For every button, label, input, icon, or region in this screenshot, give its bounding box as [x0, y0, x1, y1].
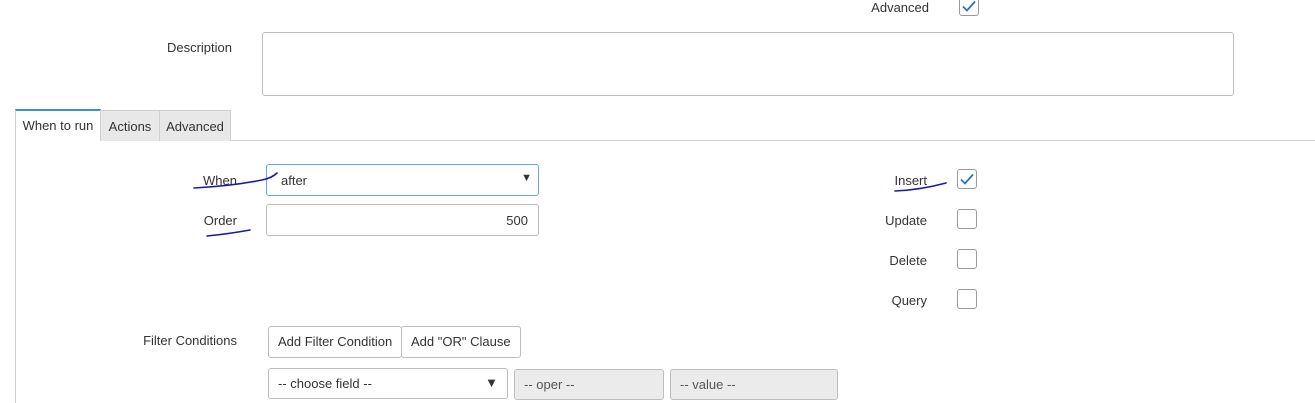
order-input[interactable]: 500: [266, 204, 539, 236]
update-checkbox[interactable]: [957, 209, 977, 229]
description-textarea[interactable]: [262, 32, 1234, 96]
oper-placeholder: -- oper --: [524, 377, 575, 392]
value-placeholder: -- value --: [680, 377, 736, 392]
when-label: When: [203, 173, 237, 188]
tab-advanced[interactable]: Advanced: [159, 110, 231, 141]
insert-checkbox[interactable]: [957, 169, 977, 189]
description-label: Description: [166, 40, 232, 55]
tab-actions[interactable]: Actions: [100, 110, 160, 141]
query-checkbox[interactable]: [957, 289, 977, 309]
order-label: Order: [203, 213, 237, 228]
tab-panel-border: [15, 140, 16, 403]
choose-field-placeholder: -- choose field --: [278, 376, 372, 391]
query-label: Query: [891, 293, 927, 308]
delete-checkbox[interactable]: [957, 249, 977, 269]
advanced-checkbox[interactable]: [959, 0, 979, 16]
delete-label: Delete: [889, 253, 927, 268]
advanced-label: Advanced: [871, 0, 929, 15]
tab-when-to-run[interactable]: When to run: [15, 109, 101, 141]
order-value: 500: [506, 213, 528, 228]
add-or-clause-button[interactable]: Add "OR" Clause: [401, 326, 521, 358]
caret-down-icon: ▼: [521, 172, 532, 184]
checkmark-icon: [960, 173, 974, 185]
when-select-value: after: [281, 173, 308, 188]
checkmark-icon: [962, 0, 976, 12]
choose-field-select[interactable]: -- choose field -- ▼: [268, 368, 508, 399]
value-input[interactable]: -- value --: [670, 369, 838, 400]
caret-down-icon: ▼: [485, 375, 498, 390]
oper-select[interactable]: -- oper --: [514, 369, 664, 400]
add-filter-condition-button[interactable]: Add Filter Condition: [268, 326, 403, 358]
when-select[interactable]: after ▼: [266, 164, 539, 196]
order-underline-stroke: [206, 229, 251, 237]
filter-conditions-label: Filter Conditions: [143, 333, 237, 348]
update-label: Update: [885, 213, 927, 228]
insert-label: Insert: [894, 173, 927, 188]
